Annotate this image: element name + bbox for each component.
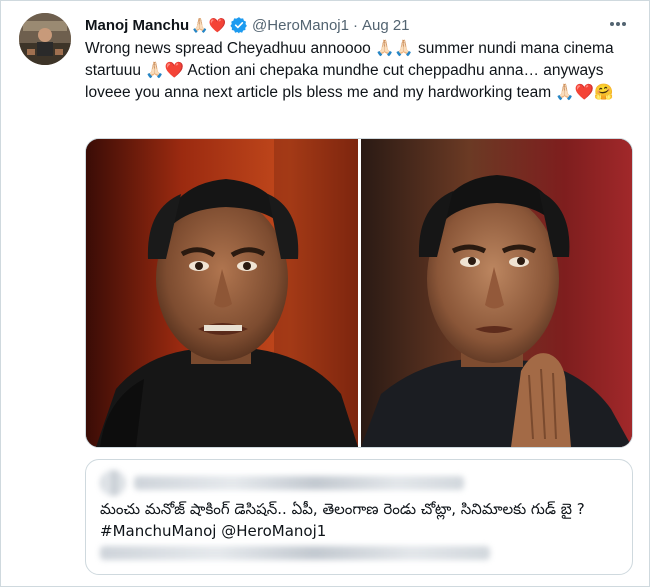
quoted-text-line-2: #ManchuManoj @HeroManoj1: [100, 522, 327, 540]
quoted-tweet[interactable]: మంచు మనోజ్ షాకింగ్ డెసిషన్.. ఏపీ, తెలంగా…: [85, 459, 633, 575]
author-handle[interactable]: @HeroManoj1: [252, 17, 349, 34]
verified-badge-icon: [230, 16, 248, 34]
quoted-avatar: [100, 470, 126, 496]
avatar[interactable]: [19, 13, 71, 65]
quoted-tweet-text: మంచు మనోజ్ షాకింగ్ డెసిషన్.. ఏపీ, తెలంగా…: [100, 498, 620, 542]
tweet-header: Manoj Manchu 🙏🏻❤️ @HeroManoj1 · Aug 21: [85, 14, 410, 36]
quoted-text-line-1: మంచు మనోజ్ షాకింగ్ డెసిషన్.. ఏపీ, తెలంగా…: [100, 500, 585, 518]
more-horizontal-icon[interactable]: [607, 15, 629, 33]
quoted-link-blurred: [100, 546, 490, 560]
name-emojis: 🙏🏻❤️: [191, 16, 227, 33]
tweet-media[interactable]: [85, 138, 633, 448]
media-image-left[interactable]: [86, 139, 358, 447]
tweet-date[interactable]: Aug 21: [362, 17, 410, 34]
tweet-card[interactable]: Manoj Manchu 🙏🏻❤️ @HeroManoj1 · Aug 21 W…: [0, 0, 650, 587]
media-image-right[interactable]: [361, 139, 632, 447]
separator-dot: ·: [352, 16, 358, 34]
quoted-header-blurred: [134, 476, 464, 490]
author-name[interactable]: Manoj Manchu: [85, 17, 189, 34]
tweet-text: Wrong news spread Cheyadhuu annoooo 🙏🏻🙏🏻…: [85, 40, 614, 101]
